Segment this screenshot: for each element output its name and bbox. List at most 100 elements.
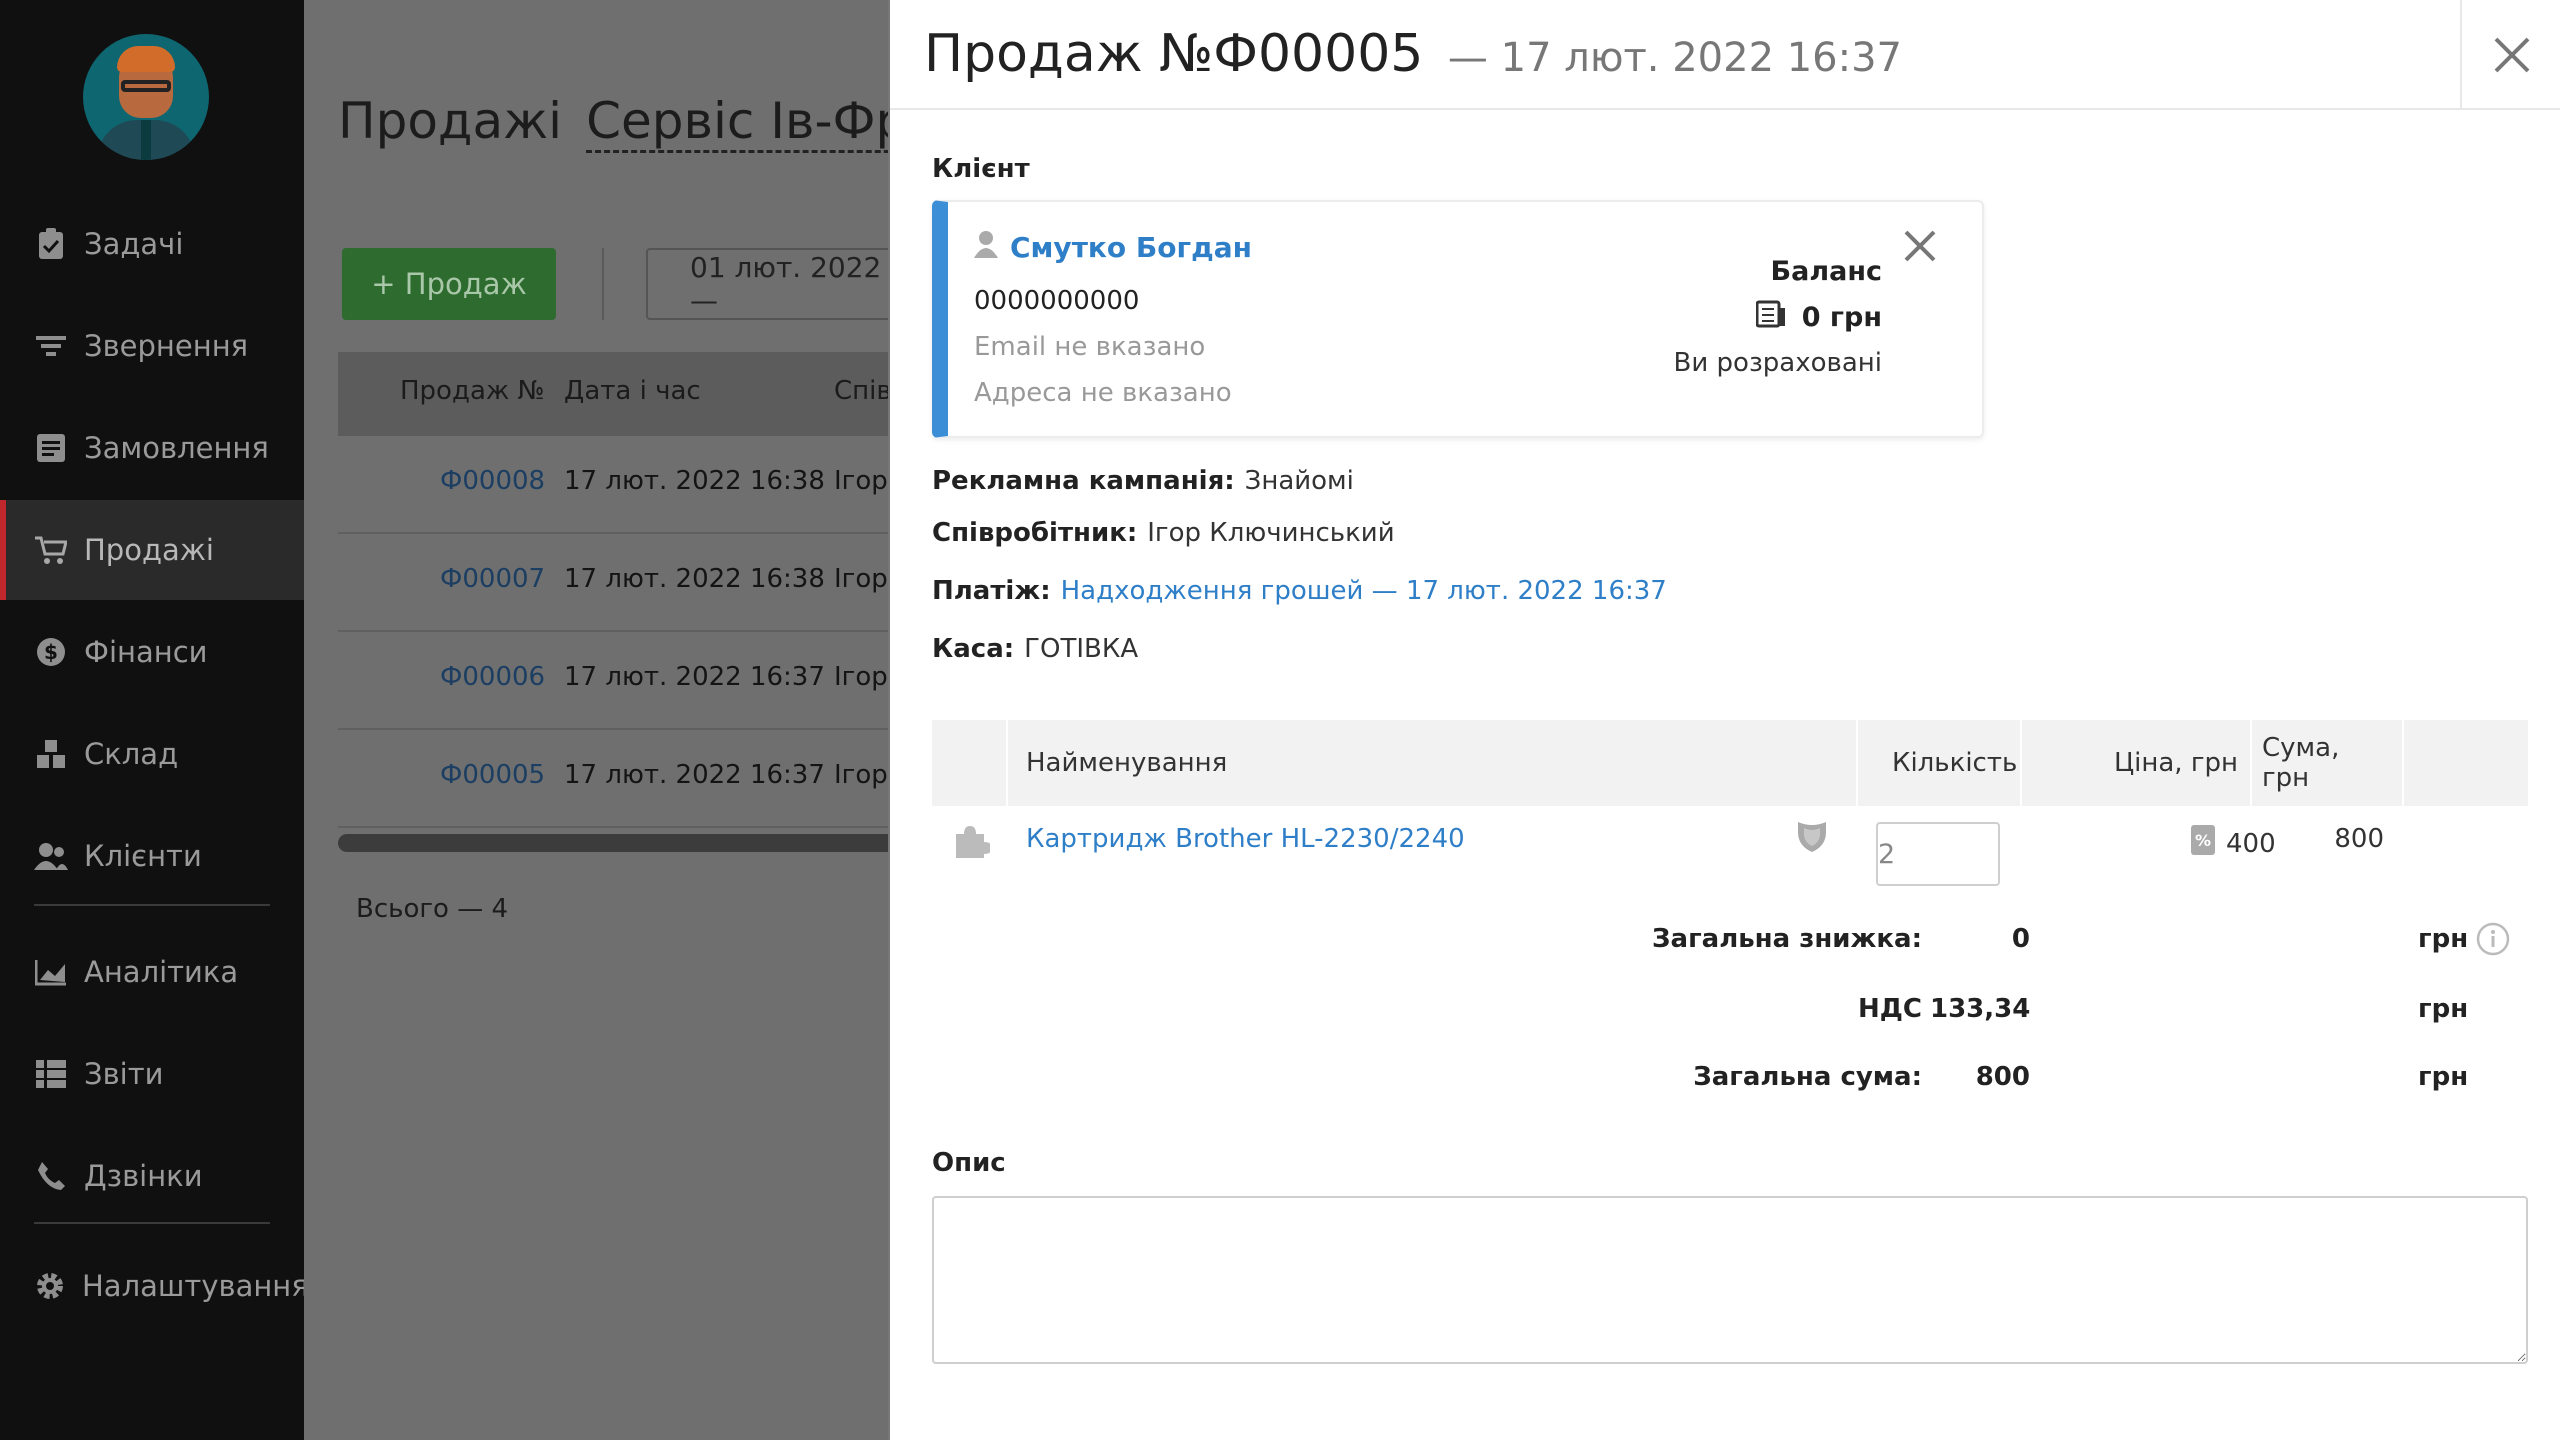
sidebar-item-clients[interactable]: Клієнти bbox=[0, 806, 304, 906]
total-label: Загальна сума: bbox=[1693, 1062, 1922, 1092]
sidebar-item-tasks[interactable]: Задачі bbox=[0, 194, 304, 294]
campaign-value: Знайомі bbox=[1244, 466, 1354, 496]
info-icon[interactable] bbox=[2476, 922, 2510, 960]
sale-employee: Ігор bbox=[834, 564, 888, 594]
sidebar-divider bbox=[34, 904, 270, 906]
sidebar-item-sales[interactable]: Продажі bbox=[0, 500, 304, 600]
column-header-sum: Сума, грн bbox=[2262, 733, 2340, 793]
item-price: % 400 bbox=[2190, 824, 2276, 863]
discount-label: Загальна знижка: bbox=[1652, 924, 1922, 954]
close-icon bbox=[1904, 230, 1936, 262]
cashbox-label: Каса: bbox=[932, 634, 1015, 664]
sidebar-item-label: Замовлення bbox=[84, 431, 269, 465]
sale-employee: Ігор bbox=[834, 760, 888, 790]
sidebar-item-warehouse[interactable]: Склад bbox=[0, 704, 304, 804]
client-name: Смутко Богдан bbox=[1010, 231, 1252, 264]
vat-label: НДС bbox=[1858, 994, 1922, 1024]
vat-value: 133,34 bbox=[1930, 994, 2031, 1024]
employee-row: Співробітник: Ігор Ключинський bbox=[932, 518, 1395, 548]
date-range-filter[interactable]: 01 лют. 2022 — bbox=[646, 248, 906, 320]
sale-date: 17 лют. 2022 16:38 bbox=[564, 466, 825, 496]
table-row[interactable]: Ф00005 17 лют. 2022 16:37 Ігор bbox=[338, 730, 898, 828]
payment-link[interactable]: Надходження грошей — 17 лют. 2022 16:37 bbox=[1061, 576, 1667, 606]
new-sale-button[interactable]: + Продаж bbox=[342, 248, 556, 320]
order-icon bbox=[34, 431, 68, 465]
payment-label: Платіж: bbox=[932, 576, 1051, 606]
sidebar-divider bbox=[34, 1222, 270, 1224]
client-address: Адреса не вказано bbox=[974, 378, 1232, 408]
sidebar-item-settings[interactable]: Налаштування bbox=[0, 1236, 309, 1336]
column-header[interactable]: Дата і час bbox=[564, 376, 701, 406]
column-header[interactable]: Продаж № bbox=[400, 376, 545, 406]
page-title-text: Продажі bbox=[338, 92, 563, 150]
sidebar: Задачі Звернення Замовлення Продажі $ Фі… bbox=[0, 0, 309, 1440]
sale-date: 17 лют. 2022 16:37 bbox=[564, 662, 825, 692]
balance-status: Ви розраховані bbox=[1673, 348, 1882, 378]
sidebar-item-finance[interactable]: $ Фінанси bbox=[0, 602, 304, 702]
cashbox-row: Каса: ГОТІВКА bbox=[932, 634, 1138, 664]
sidebar-item-label: Задачі bbox=[84, 227, 184, 261]
sale-id-link[interactable]: Ф00006 bbox=[440, 662, 545, 692]
toolbar-divider bbox=[602, 248, 604, 320]
column-divider bbox=[1006, 720, 1008, 806]
sidebar-item-calls[interactable]: Дзвінки bbox=[0, 1126, 304, 1226]
phone-icon bbox=[34, 1159, 68, 1193]
campaign-row: Рекламна кампанія: Знайомі bbox=[932, 466, 1354, 496]
column-header-name: Найменування bbox=[1026, 748, 1228, 778]
sale-id-link[interactable]: Ф00008 bbox=[440, 466, 545, 496]
sale-details-panel: Продаж №Ф00005 — 17 лют. 2022 16:37 Кліє… bbox=[888, 0, 2560, 1440]
description-label: Опис bbox=[932, 1148, 1006, 1178]
column-header[interactable]: Спів bbox=[834, 376, 892, 406]
sale-date: 17 лют. 2022 16:37 bbox=[564, 760, 825, 790]
horizontal-scrollbar[interactable] bbox=[338, 834, 898, 852]
campaign-label: Рекламна кампанія: bbox=[932, 466, 1235, 496]
description-textarea[interactable] bbox=[932, 1196, 2528, 1364]
clipboard-icon bbox=[34, 227, 68, 261]
remove-client-button[interactable] bbox=[1900, 226, 1940, 266]
page-title: Продажі Сервіс Ів-Фран bbox=[338, 92, 971, 153]
dollar-icon: $ bbox=[34, 635, 68, 669]
column-header-qty: Кількість bbox=[1892, 748, 2018, 778]
client-email: Email не вказано bbox=[974, 332, 1206, 362]
sidebar-item-label: Аналітика bbox=[84, 955, 239, 989]
client-name-link[interactable]: Смутко Богдан bbox=[974, 230, 1252, 265]
user-avatar[interactable] bbox=[83, 34, 209, 160]
sidebar-item-reports[interactable]: Звіти bbox=[0, 1024, 304, 1124]
chart-icon bbox=[34, 955, 68, 989]
sidebar-item-label: Звіти bbox=[84, 1057, 164, 1091]
table-row[interactable]: Ф00007 17 лют. 2022 16:38 Ігор bbox=[338, 534, 898, 632]
sidebar-item-label: Звернення bbox=[84, 329, 249, 363]
payment-row: Платіж: Надходження грошей — 17 лют. 2022… bbox=[932, 576, 1667, 606]
discount-value: 0 bbox=[2011, 924, 2030, 954]
sale-id-link[interactable]: Ф00007 bbox=[440, 564, 545, 594]
avatar-glasses bbox=[121, 80, 171, 92]
sidebar-item-requests[interactable]: Звернення bbox=[0, 296, 304, 396]
sidebar-item-orders[interactable]: Замовлення bbox=[0, 398, 304, 498]
person-icon bbox=[974, 230, 998, 265]
employee-value: Ігор Ключинський bbox=[1147, 518, 1395, 548]
client-section-label: Клієнт bbox=[932, 154, 1030, 184]
users-icon bbox=[34, 839, 68, 873]
panel-header: Продаж №Ф00005 — 17 лют. 2022 16:37 bbox=[890, 0, 2560, 110]
column-divider bbox=[2250, 720, 2252, 806]
quantity-input[interactable] bbox=[1876, 822, 2000, 886]
sidebar-item-analytics[interactable]: Аналітика bbox=[0, 922, 304, 1022]
sale-id-link[interactable]: Ф00005 bbox=[440, 760, 545, 790]
table-row[interactable]: Ф00008 17 лют. 2022 16:38 Ігор bbox=[338, 436, 898, 534]
close-panel-button[interactable] bbox=[2460, 0, 2560, 110]
column-divider bbox=[1856, 720, 1858, 806]
puzzle-icon bbox=[954, 824, 992, 865]
column-divider bbox=[2020, 720, 2022, 806]
sidebar-item-label: Налаштування bbox=[82, 1269, 309, 1303]
warranty-shield-icon[interactable] bbox=[1796, 820, 1828, 861]
client-card: Смутко Богдан 0000000000 Email не вказан… bbox=[932, 200, 1984, 438]
table-row[interactable]: Ф00006 17 лют. 2022 16:37 Ігор bbox=[338, 632, 898, 730]
item-name-link[interactable]: Картридж Brother HL-2230/2240 bbox=[1026, 824, 1465, 854]
balance-value: 0 грн bbox=[1801, 302, 1882, 333]
sidebar-item-label: Фінанси bbox=[84, 635, 208, 669]
price-tag-icon[interactable]: % bbox=[2190, 824, 2216, 863]
boxes-icon bbox=[34, 737, 68, 771]
item-sum: 800 bbox=[2334, 824, 2384, 854]
list-icon bbox=[34, 1057, 68, 1091]
balance-title: Баланс bbox=[1770, 256, 1882, 287]
